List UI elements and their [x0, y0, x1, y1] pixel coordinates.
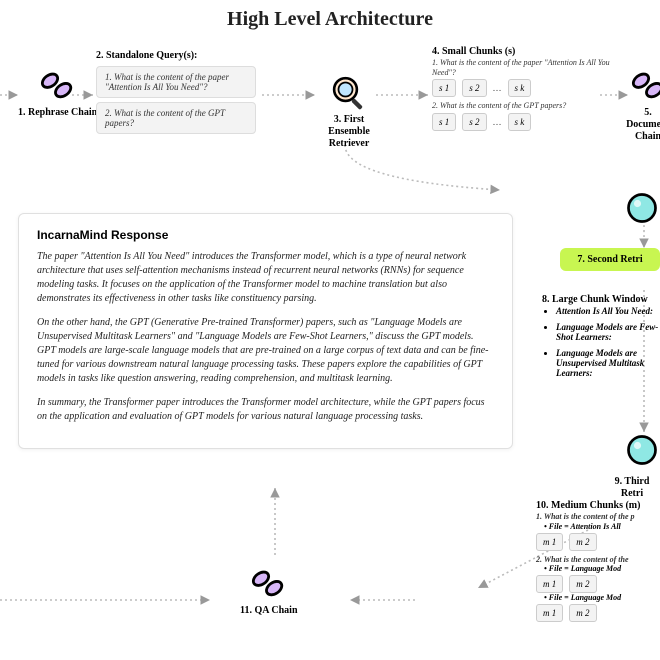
node-document: 5. Document Chain — [628, 62, 660, 143]
list-item: Attention Is All You Need: — [556, 306, 660, 316]
chunk: s k — [508, 113, 532, 131]
response-paragraph: On the other hand, the GPT (Generative P… — [37, 316, 494, 386]
ball-icon — [624, 432, 660, 468]
response-heading: IncarnaMind Response — [37, 228, 494, 242]
chunk: m 1 — [536, 604, 563, 622]
node-rephrase: 1. Rephrase Chain — [18, 62, 97, 119]
chunk: m 2 — [569, 604, 596, 622]
response-paragraph: In summary, the Transformer paper introd… — [37, 396, 494, 424]
chunk: s 1 — [432, 113, 456, 131]
node-qa: 11. QA Chain — [240, 560, 298, 617]
node-standalone: 2. Standalone Query(s): 1. What is the c… — [96, 50, 256, 138]
list-item: Language Models are Few-Shot Learners: — [556, 322, 660, 342]
chunk: m 2 — [569, 533, 596, 551]
response-panel: IncarnaMind Response The paper "Attentio… — [18, 213, 513, 449]
chain-icon — [246, 560, 291, 605]
node-ball-9pre — [624, 432, 660, 468]
node-medium: 10. Medium Chunks (m) 1. What is the con… — [536, 500, 660, 622]
chain-icon — [35, 62, 80, 107]
node-third: 9. Third Retri — [604, 476, 660, 500]
chunk: m 1 — [536, 533, 563, 551]
query-box: 1. What is the content of the paper "Att… — [96, 66, 256, 98]
chain-icon — [626, 62, 660, 107]
magnifier-icon — [328, 72, 370, 114]
chunk: m 2 — [569, 575, 596, 593]
node-second: 7. Second Retri — [560, 248, 660, 271]
list-item: Language Models are Unsupervised Multita… — [556, 348, 660, 378]
response-paragraph: The paper "Attention Is All You Need" in… — [37, 250, 494, 306]
chunk: m 1 — [536, 575, 563, 593]
node-retriever1: 3. First Ensemble Retriever — [318, 72, 380, 150]
node-ball-6 — [624, 190, 660, 226]
chunk: s 1 — [432, 79, 456, 97]
node-smallchunks: 4. Small Chunks (s) 1. What is the conte… — [432, 46, 632, 131]
ellipsis: … — [493, 83, 502, 93]
chunk: s k — [508, 79, 532, 97]
node-largewin: 8. Large Chunk Window Attention Is All Y… — [542, 294, 660, 384]
chunk: s 2 — [462, 79, 486, 97]
page-title: High Level Architecture — [227, 8, 433, 31]
green-step: 7. Second Retri — [560, 248, 660, 271]
query-box: 2. What is the content of the GPT papers… — [96, 102, 256, 134]
ellipsis: … — [493, 117, 502, 127]
ball-icon — [624, 190, 660, 226]
chunk: s 2 — [462, 113, 486, 131]
